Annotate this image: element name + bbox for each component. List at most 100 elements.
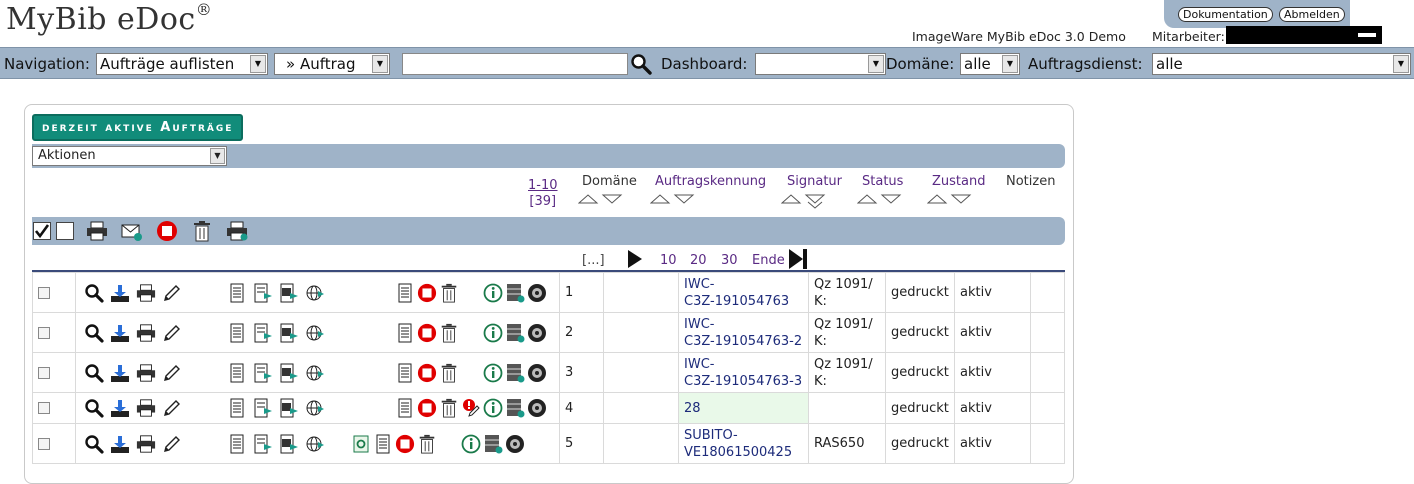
select-all-checkbox[interactable]	[33, 222, 51, 240]
info-icon[interactable]	[483, 283, 503, 303]
search-icon[interactable]	[84, 283, 104, 303]
document-icon[interactable]	[227, 363, 247, 383]
disc-icon[interactable]	[527, 283, 547, 303]
pdf-export-icon[interactable]	[279, 398, 299, 418]
pager-end[interactable]: Ende	[752, 253, 785, 268]
stop-icon[interactable]	[156, 220, 178, 242]
kennung-line-2[interactable]: C3Z-191054763	[684, 293, 803, 310]
download-icon[interactable]	[110, 363, 130, 383]
download-icon[interactable]	[110, 323, 130, 343]
next-page-icon[interactable]	[627, 249, 643, 269]
pdf-export-icon[interactable]	[279, 283, 299, 303]
pencil-icon[interactable]	[162, 363, 182, 383]
col-signatur[interactable]: Signatur	[787, 174, 842, 189]
trash-icon[interactable]	[439, 363, 459, 383]
sort-arrows-icon[interactable]	[781, 193, 827, 209]
pager-10[interactable]: 10	[660, 253, 677, 268]
trash-icon[interactable]	[439, 323, 459, 343]
row-checkbox[interactable]	[38, 402, 50, 414]
printer-icon[interactable]	[136, 323, 156, 343]
document-icon[interactable]	[227, 323, 247, 343]
document-export-icon[interactable]	[253, 363, 273, 383]
document-icon[interactable]	[227, 398, 247, 418]
col-zustand[interactable]: Zustand	[932, 174, 985, 189]
document-export-icon[interactable]	[253, 434, 273, 454]
notes-icon[interactable]	[395, 398, 415, 418]
globe-export-icon[interactable]	[305, 398, 325, 418]
document-export-icon[interactable]	[253, 398, 273, 418]
range-link[interactable]: 1-10	[528, 178, 558, 194]
notes-icon[interactable]	[395, 363, 415, 383]
service-select[interactable]: alle ▼	[1152, 53, 1411, 75]
print-export-icon[interactable]	[226, 221, 248, 241]
stop-icon[interactable]	[417, 323, 437, 343]
document-export-icon[interactable]	[253, 283, 273, 303]
row-kennung[interactable]: IWC- C3Z-191054763-2	[678, 312, 809, 353]
row-checkbox[interactable]	[38, 366, 50, 379]
order-select[interactable]: » Auftrag ▼	[274, 53, 390, 75]
mail-send-icon[interactable]	[121, 220, 143, 242]
sort-arrows-icon[interactable]	[650, 193, 696, 205]
documentation-button[interactable]: Dokumentation	[1178, 7, 1273, 22]
disc-icon[interactable]	[527, 398, 547, 418]
trash-icon[interactable]	[192, 220, 212, 242]
sort-arrows-icon[interactable]	[578, 193, 624, 205]
stop-icon[interactable]	[395, 434, 415, 454]
database-icon[interactable]	[505, 363, 525, 383]
row-kennung[interactable]: SUBITO- VE18061500425	[678, 423, 809, 464]
row-kennung[interactable]: IWC- C3Z-191054763	[678, 272, 809, 313]
dashboard-select[interactable]: ▼	[755, 53, 886, 75]
row-kennung[interactable]: 28	[678, 392, 809, 424]
disc-icon[interactable]	[527, 363, 547, 383]
notes-icon[interactable]	[373, 434, 393, 454]
search-icon[interactable]	[630, 53, 652, 75]
info-icon[interactable]	[483, 323, 503, 343]
kennung-line-1[interactable]: 28	[684, 400, 803, 417]
trash-icon[interactable]	[439, 283, 459, 303]
database-icon[interactable]	[505, 323, 525, 343]
navigation-select[interactable]: Aufträge auflisten ▼	[96, 53, 268, 75]
globe-export-icon[interactable]	[305, 323, 325, 343]
disc-icon[interactable]	[505, 434, 525, 454]
search-icon[interactable]	[84, 323, 104, 343]
pdf-export-icon[interactable]	[279, 434, 299, 454]
domain-select[interactable]: alle ▼	[960, 53, 1020, 75]
kennung-line-1[interactable]: SUBITO-	[684, 427, 803, 444]
sort-arrows-icon[interactable]	[857, 193, 903, 205]
row-checkbox[interactable]	[38, 437, 50, 450]
kennung-line-2[interactable]: C3Z-191054763-2	[684, 333, 803, 350]
col-kennung[interactable]: Auftragskennung	[655, 174, 766, 189]
trash-icon[interactable]	[439, 398, 459, 418]
row-kennung[interactable]: IWC- C3Z-191054763-3	[678, 352, 809, 393]
actions-select[interactable]: Aktionen ▼	[32, 146, 227, 166]
document-icon[interactable]	[227, 434, 247, 454]
stop-icon[interactable]	[417, 363, 437, 383]
printer-icon[interactable]	[136, 363, 156, 383]
pencil-icon[interactable]	[162, 398, 182, 418]
document-icon[interactable]	[227, 283, 247, 303]
kennung-line-1[interactable]: IWC-	[684, 316, 803, 333]
kennung-line-2[interactable]: VE18061500425	[684, 444, 803, 461]
disc-icon[interactable]	[527, 323, 547, 343]
download-icon[interactable]	[110, 434, 130, 454]
last-page-icon[interactable]	[788, 248, 808, 270]
database-icon[interactable]	[483, 434, 503, 454]
stop-icon[interactable]	[417, 283, 437, 303]
info-icon[interactable]	[483, 363, 503, 383]
kennung-line-2[interactable]: C3Z-191054763-3	[684, 373, 803, 390]
notes-icon[interactable]	[395, 323, 415, 343]
row-checkbox[interactable]	[38, 286, 50, 299]
database-icon[interactable]	[505, 283, 525, 303]
select-none-checkbox[interactable]	[56, 222, 74, 240]
search-icon[interactable]	[84, 398, 104, 418]
row-checkbox[interactable]	[38, 326, 50, 339]
pdf-export-icon[interactable]	[279, 323, 299, 343]
download-icon[interactable]	[110, 283, 130, 303]
database-icon[interactable]	[505, 398, 525, 418]
pager-30[interactable]: 30	[721, 253, 738, 268]
pencil-icon[interactable]	[162, 283, 182, 303]
printer-icon[interactable]	[86, 221, 108, 241]
info-icon[interactable]	[461, 434, 481, 454]
result-range[interactable]: 1-10 [39]	[528, 178, 558, 210]
kennung-line-1[interactable]: IWC-	[684, 276, 803, 293]
